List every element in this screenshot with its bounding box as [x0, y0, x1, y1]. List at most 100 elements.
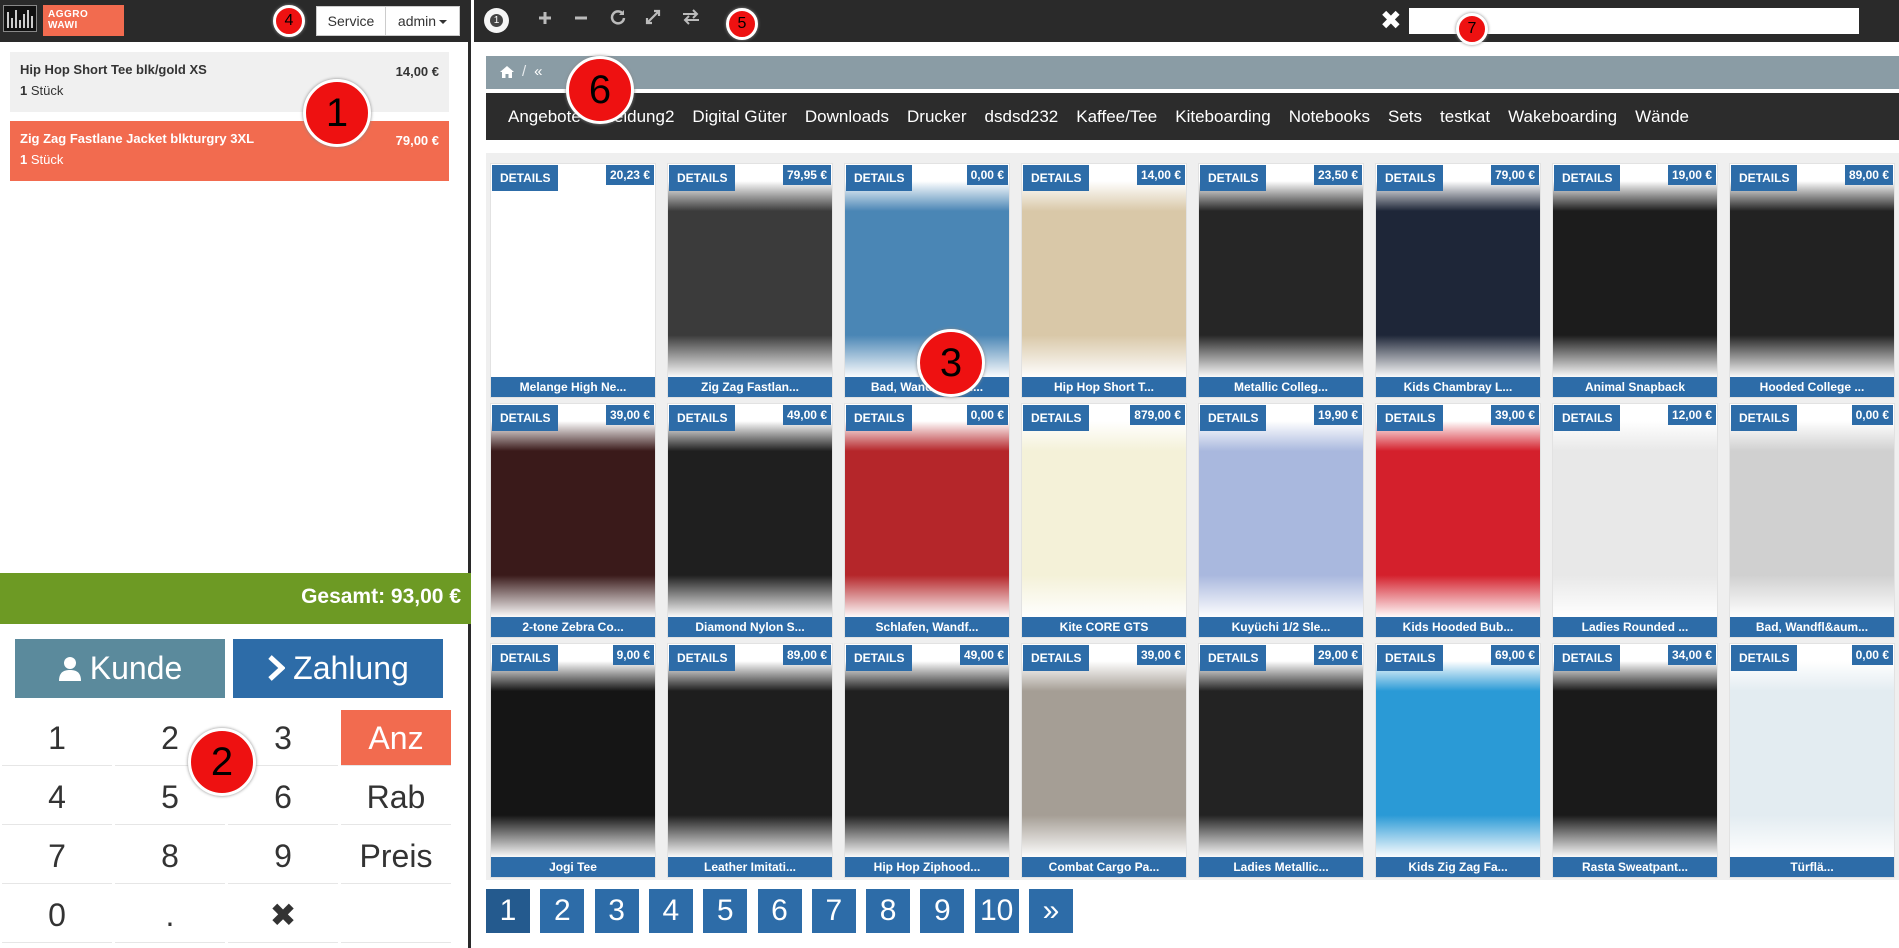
category-link[interactable]: Notebooks: [1289, 93, 1370, 140]
category-link[interactable]: Sets: [1388, 93, 1422, 140]
details-button[interactable]: DETAILS: [1200, 405, 1267, 431]
user-menu-button[interactable]: admin: [385, 6, 460, 36]
details-button[interactable]: DETAILS: [1731, 405, 1798, 431]
refresh-icon[interactable]: [607, 9, 629, 29]
product-tile[interactable]: DETAILS 39,00 € 2-tone Zebra Co...: [490, 403, 656, 638]
details-button[interactable]: DETAILS: [846, 645, 913, 671]
details-button[interactable]: DETAILS: [846, 405, 913, 431]
product-tile[interactable]: DETAILS 20,23 € Melange High Ne...: [490, 163, 656, 398]
payment-button[interactable]: Zahlung: [233, 639, 443, 698]
details-button[interactable]: DETAILS: [669, 645, 736, 671]
details-button[interactable]: DETAILS: [1200, 165, 1267, 191]
details-button[interactable]: DETAILS: [669, 165, 736, 191]
order-item-selected[interactable]: Zig Zag Fastlane Jacket blkturgry 3XL 79…: [10, 121, 449, 181]
product-tile[interactable]: DETAILS 0,00 € Türflä...: [1729, 643, 1895, 878]
product-tile[interactable]: DETAILS 49,00 € Hip Hop Ziphood...: [844, 643, 1010, 878]
pagination-page[interactable]: 5: [703, 889, 748, 933]
keypad-key[interactable]: 1: [2, 710, 112, 766]
product-tile[interactable]: DETAILS 9,00 € Jogi Tee: [490, 643, 656, 878]
details-button[interactable]: DETAILS: [1731, 165, 1798, 191]
details-button[interactable]: DETAILS: [1377, 645, 1444, 671]
details-button[interactable]: DETAILS: [1377, 165, 1444, 191]
keypad-key[interactable]: 7: [2, 828, 112, 884]
category-link[interactable]: dsdsd232: [985, 93, 1059, 140]
details-button[interactable]: DETAILS: [492, 645, 559, 671]
details-button[interactable]: DETAILS: [1200, 645, 1267, 671]
category-link[interactable]: Drucker: [907, 93, 967, 140]
product-tile[interactable]: DETAILS 0,00 € Bad, Wandfl&aum...: [1729, 403, 1895, 638]
product-tile[interactable]: DETAILS 39,00 € Combat Cargo Pa...: [1021, 643, 1187, 878]
category-link[interactable]: Downloads: [805, 93, 889, 140]
pagination-page[interactable]: 7: [811, 889, 856, 933]
keypad-key[interactable]: 8: [115, 828, 225, 884]
keypad-key[interactable]: 0: [2, 887, 112, 943]
category-link[interactable]: Wakeboarding: [1508, 93, 1617, 140]
plus-icon[interactable]: [534, 9, 556, 29]
details-button[interactable]: DETAILS: [1023, 645, 1090, 671]
keypad-key[interactable]: Rab: [341, 769, 451, 825]
product-tile[interactable]: DETAILS 39,00 € Kids Hooded Bub...: [1375, 403, 1541, 638]
product-tile[interactable]: DETAILS 79,00 € Kids Chambray L...: [1375, 163, 1541, 398]
product-tile[interactable]: DETAILS 89,00 € Leather Imitati...: [667, 643, 833, 878]
keypad-key[interactable]: 4: [2, 769, 112, 825]
breadcrumb-back[interactable]: «: [534, 63, 542, 80]
category-link[interactable]: Digital Güter: [692, 93, 786, 140]
details-button[interactable]: DETAILS: [492, 405, 559, 431]
customer-button[interactable]: Kunde: [15, 639, 225, 698]
close-icon[interactable]: ✖: [1380, 7, 1402, 33]
keypad-key[interactable]: ✖: [228, 887, 338, 943]
keypad-key[interactable]: .: [115, 887, 225, 943]
product-tile[interactable]: DETAILS 23,50 € Metallic Colleg...: [1198, 163, 1364, 398]
category-link[interactable]: Kiteboarding: [1175, 93, 1270, 140]
product-tile[interactable]: DETAILS 14,00 € Hip Hop Short T...: [1021, 163, 1187, 398]
annotation-callout: 3: [917, 329, 985, 397]
product-tile[interactable]: DETAILS 49,00 € Diamond Nylon S...: [667, 403, 833, 638]
product-tile[interactable]: DETAILS 34,00 € Rasta Sweatpant...: [1552, 643, 1718, 878]
category-link[interactable]: Wände: [1635, 93, 1689, 140]
pagination-page[interactable]: 6: [757, 889, 802, 933]
product-tile[interactable]: DETAILS 879,00 € Kite CORE GTS: [1021, 403, 1187, 638]
details-button[interactable]: DETAILS: [669, 405, 736, 431]
details-button[interactable]: DETAILS: [1731, 645, 1798, 671]
pagination-page[interactable]: 3: [594, 889, 639, 933]
order-item[interactable]: Hip Hop Short Tee blk/gold XS 14,00 € 1 …: [10, 52, 449, 112]
details-button[interactable]: DETAILS: [1377, 405, 1444, 431]
details-button[interactable]: DETAILS: [846, 165, 913, 191]
pagination-page[interactable]: 2: [540, 889, 585, 933]
product-tile[interactable]: DETAILS 12,00 € Ladies Rounded ...: [1552, 403, 1718, 638]
product-image: [1199, 644, 1363, 858]
product-tile[interactable]: DETAILS 19,90 € Kuyüchi 1/2 Sle...: [1198, 403, 1364, 638]
product-image: [1730, 644, 1894, 858]
product-tile[interactable]: DETAILS 89,00 € Hooded College ...: [1729, 163, 1895, 398]
product-tile[interactable]: DETAILS 29,00 € Ladies Metallic...: [1198, 643, 1364, 878]
home-icon[interactable]: [500, 65, 514, 78]
pagination-page[interactable]: 9: [920, 889, 965, 933]
pagination-page[interactable]: 1: [486, 889, 530, 933]
pagination-page[interactable]: 8: [866, 889, 911, 933]
minus-icon[interactable]: [570, 9, 592, 29]
product-tile[interactable]: DETAILS 19,00 € Animal Snapback: [1552, 163, 1718, 398]
keypad-key[interactable]: Anz: [341, 710, 451, 766]
details-button[interactable]: DETAILS: [1554, 645, 1621, 671]
swap-icon[interactable]: [680, 9, 702, 29]
details-button[interactable]: DETAILS: [492, 165, 559, 191]
expand-icon[interactable]: [642, 9, 664, 29]
left-header: AGGRO WAWI Service admin: [0, 0, 471, 42]
product-tile[interactable]: DETAILS 79,95 € Zig Zag Fastlan...: [667, 163, 833, 398]
details-button[interactable]: DETAILS: [1554, 405, 1621, 431]
product-tile[interactable]: DETAILS 0,00 € Schlafen, Wandf...: [844, 403, 1010, 638]
pagination-page[interactable]: 4: [648, 889, 693, 933]
keypad-key[interactable]: Preis: [341, 828, 451, 884]
pagination-page[interactable]: 10: [974, 889, 1019, 933]
tab-indicator[interactable]: 1: [484, 8, 509, 33]
pagination-next[interactable]: »: [1029, 889, 1073, 933]
category-link[interactable]: Kaffee/Tee: [1076, 93, 1157, 140]
service-button[interactable]: Service: [316, 6, 386, 36]
product-price: 89,00 €: [1844, 165, 1893, 185]
category-link[interactable]: testkat: [1440, 93, 1490, 140]
details-button[interactable]: DETAILS: [1023, 165, 1090, 191]
keypad-key[interactable]: 9: [228, 828, 338, 884]
details-button[interactable]: DETAILS: [1023, 405, 1090, 431]
product-tile[interactable]: DETAILS 69,00 € Kids Zig Zag Fa...: [1375, 643, 1541, 878]
details-button[interactable]: DETAILS: [1554, 165, 1621, 191]
